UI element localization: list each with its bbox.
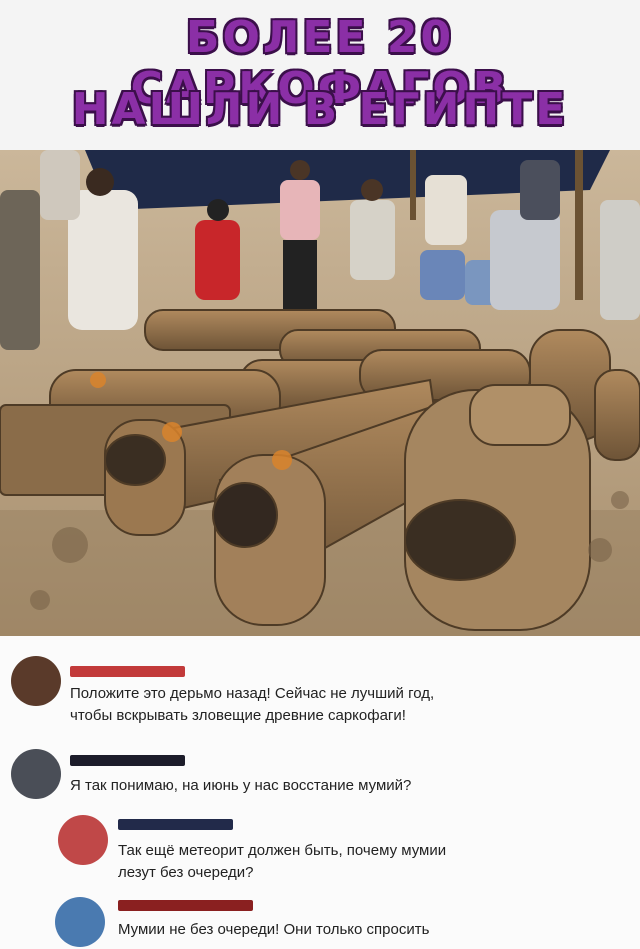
commenter-name-redacted[interactable] [118, 900, 253, 911]
comment-text-line: Мумии не без очереди! Они только спросит… [118, 921, 430, 938]
comment: Положите это дерьмо назад! Сейчас не луч… [0, 636, 640, 724]
comment: Я так понимаю, на июнь у нас восстание м… [0, 741, 640, 801]
sarcophagi-photo [0, 150, 640, 636]
commenter-name-redacted[interactable] [70, 755, 185, 766]
comment-reply: Так ещё метеорит должен быть, почему мум… [0, 811, 640, 891]
commenter-name-redacted[interactable] [118, 819, 233, 830]
avatar[interactable] [55, 897, 105, 947]
headline-banner: БОЛЕЕ 20 САРКОФАГОВ НАШЛИ В ЕГИПТЕ [0, 0, 640, 150]
comment-text-line: Положите это дерьмо назад! Сейчас не луч… [70, 685, 435, 702]
comment-text-line: чтобы вскрывать зловещие древние саркофа… [70, 707, 406, 724]
avatar[interactable] [58, 815, 108, 865]
comment-reply: Мумии не без очереди! Они только спросит… [0, 894, 640, 949]
commenter-name-redacted[interactable] [70, 666, 185, 677]
comment-thread: Положите это дерьмо назад! Сейчас не луч… [0, 636, 640, 949]
avatar[interactable] [11, 749, 61, 799]
comment-text-line: Я так понимаю, на июнь у нас восстание м… [70, 777, 412, 794]
headline-line-2: НАШЛИ В ЕГИПТЕ [71, 84, 569, 135]
comment-text-line: Так ещё метеорит должен быть, почему мум… [118, 842, 447, 859]
comment-text-line: лезут без очереди? [118, 864, 254, 881]
avatar[interactable] [11, 656, 61, 706]
